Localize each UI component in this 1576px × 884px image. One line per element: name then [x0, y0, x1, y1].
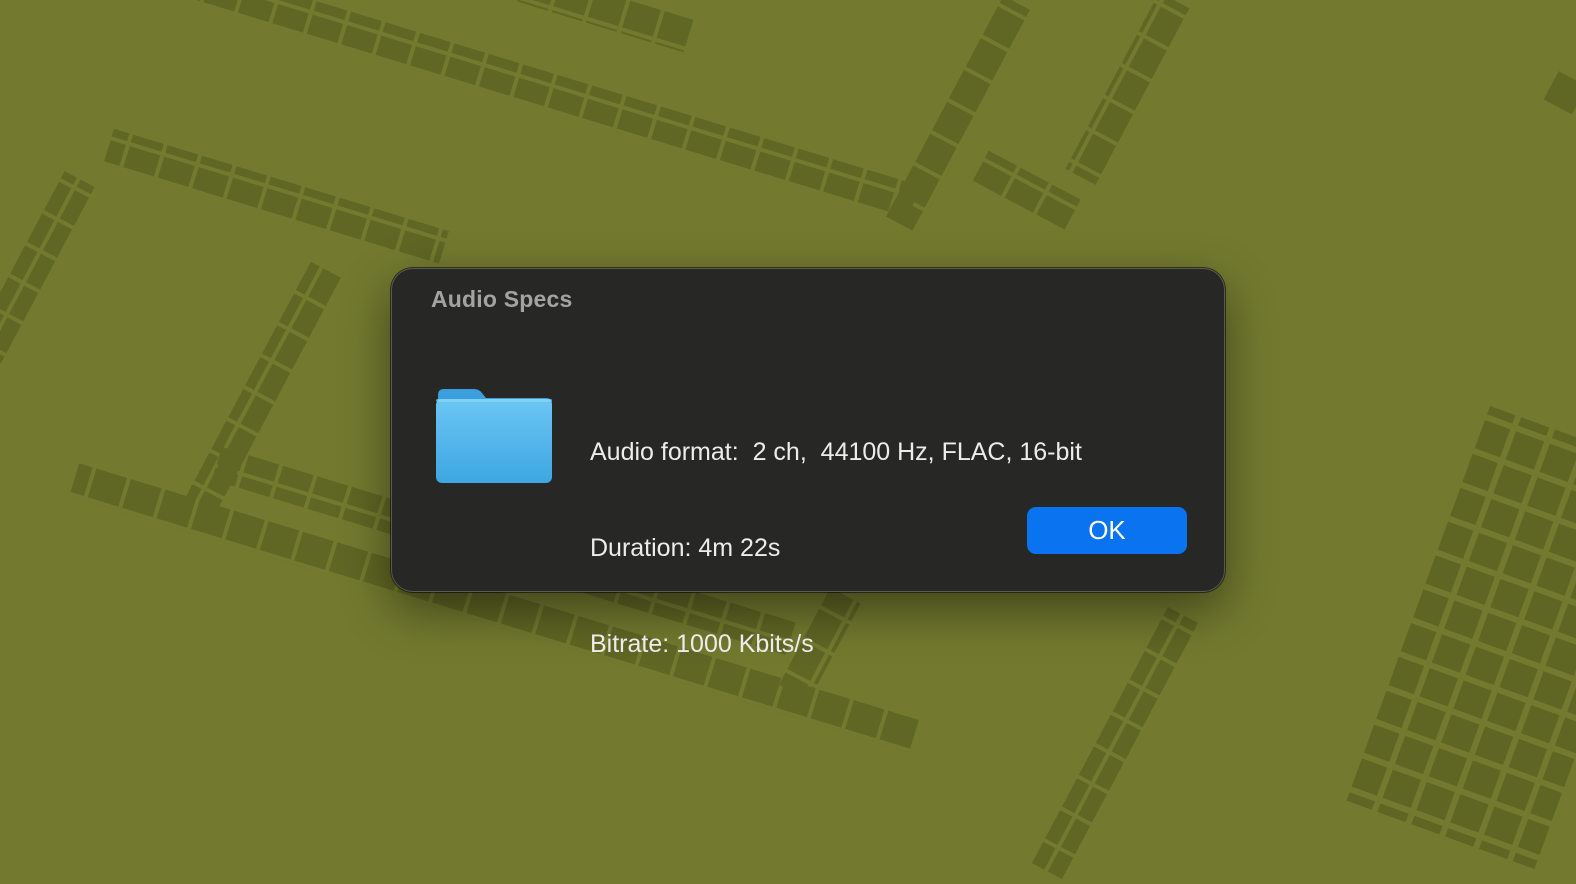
bitrate-text: Bitrate: 1000 Kbits/s — [590, 630, 814, 658]
audio-specs-dialog: Audio Specs Audio format: 2 ch, 44100 Hz… — [391, 268, 1225, 658]
audio-info: Audio format: 2 ch, 44100 Hz, FLAC, 16-b… — [590, 372, 1082, 724]
duration-text: Duration: 4m 22s — [590, 534, 781, 562]
audio-format-text: Audio format: 2 ch, 44100 Hz, FLAC, 16-b… — [590, 438, 1082, 466]
ok-button[interactable]: OK — [1027, 507, 1187, 554]
folder-icon — [436, 389, 552, 483]
dialog-title: Audio Specs — [431, 286, 573, 312]
